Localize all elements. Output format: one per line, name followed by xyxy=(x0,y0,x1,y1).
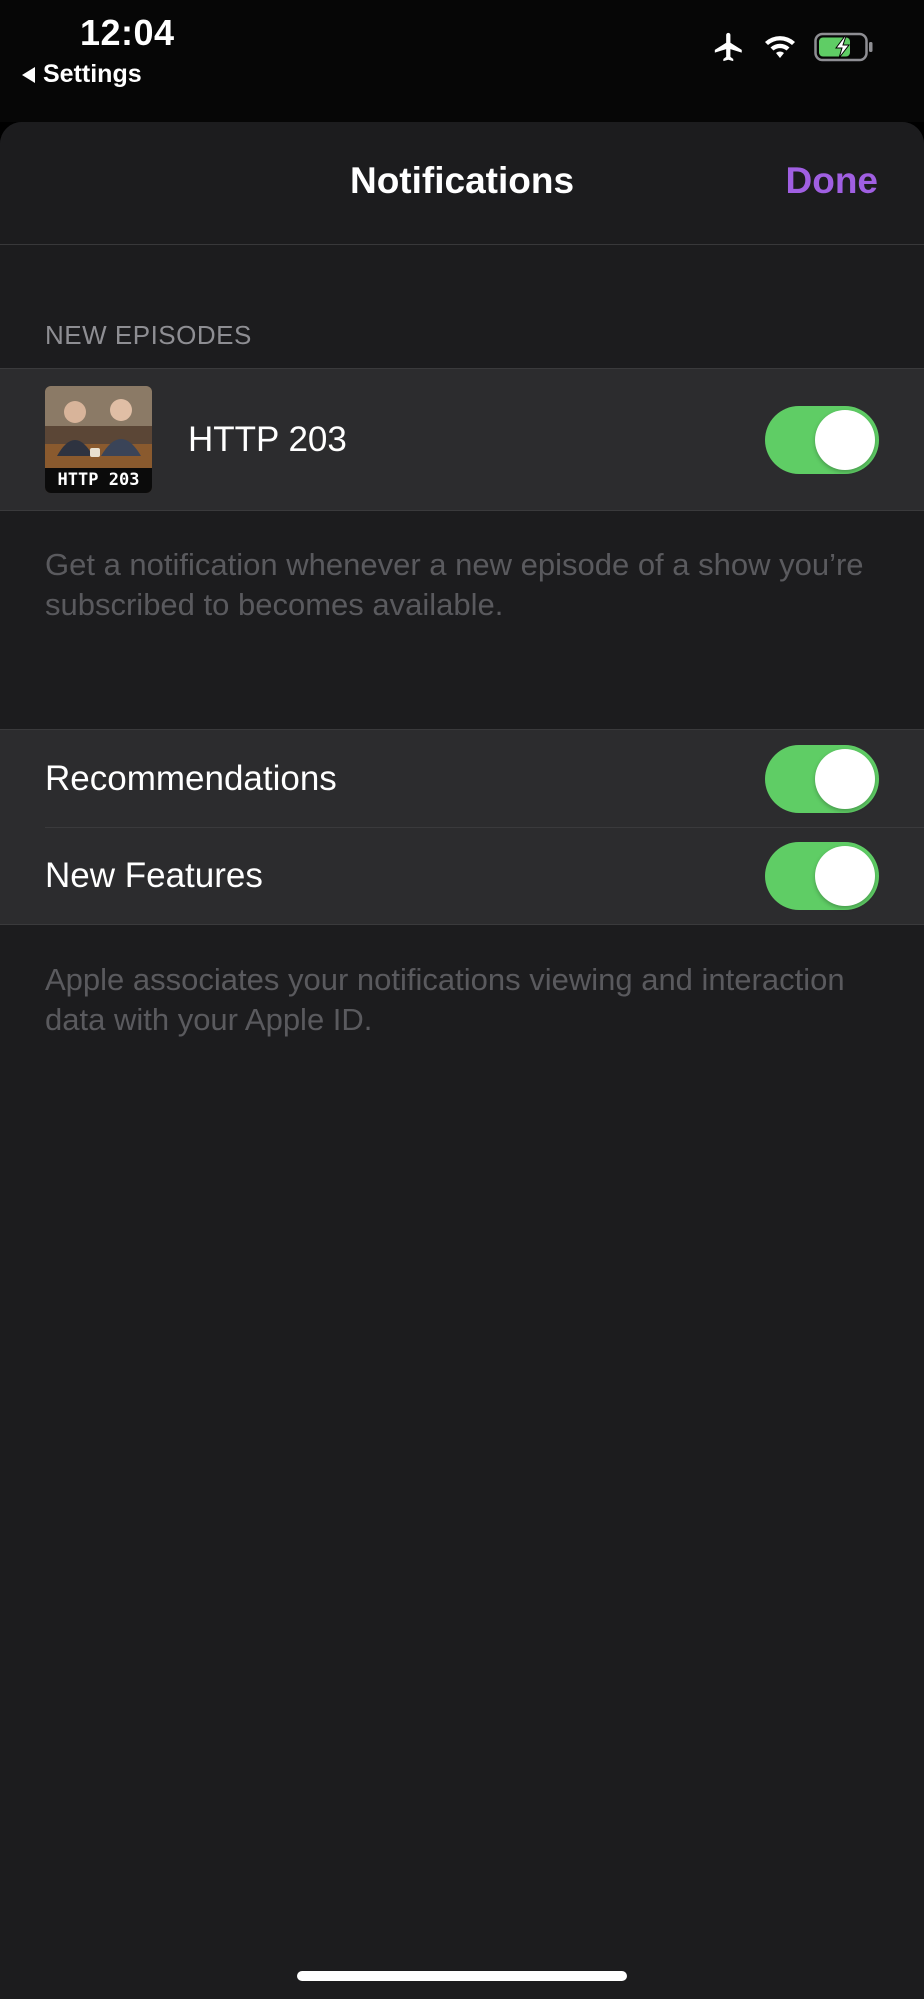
navigation-bar: Notifications Done xyxy=(0,122,924,245)
status-bar: 12:04 Settings xyxy=(0,0,924,122)
other-notifications-group: Recommendations New Features xyxy=(0,729,924,925)
new-episodes-group: HTTP 203 HTTP 203 xyxy=(0,368,924,511)
recommendations-label: Recommendations xyxy=(45,758,337,798)
home-indicator[interactable] xyxy=(297,1971,627,1981)
new-features-label: New Features xyxy=(45,855,263,895)
podcast-artwork: HTTP 203 xyxy=(45,386,152,493)
back-to-settings-link[interactable]: Settings xyxy=(22,60,142,89)
toggle-knob xyxy=(815,845,875,906)
airplane-icon xyxy=(712,30,746,69)
podcast-artwork-caption: HTTP 203 xyxy=(45,468,152,493)
show-title: HTTP 203 xyxy=(188,419,347,459)
back-link-label: Settings xyxy=(43,60,142,88)
status-icons xyxy=(712,30,874,69)
battery-charging-icon xyxy=(814,32,874,67)
status-time: 12:04 xyxy=(80,12,175,53)
privacy-footer: Apple associates your notifications view… xyxy=(45,962,845,1037)
show-notifications-toggle[interactable] xyxy=(765,405,879,474)
toggle-knob xyxy=(815,748,875,809)
toggle-knob xyxy=(815,409,875,470)
section-header-new-episodes: NEW EPISODES xyxy=(45,320,252,350)
back-arrow-icon xyxy=(22,66,35,83)
done-button[interactable]: Done xyxy=(786,160,879,202)
wifi-icon xyxy=(762,32,798,67)
show-row-http-203: HTTP 203 HTTP 203 xyxy=(0,369,924,510)
row-new-features: New Features xyxy=(0,827,924,924)
new-episodes-footer: Get a notification whenever a new episod… xyxy=(45,547,864,622)
row-recommendations: Recommendations xyxy=(0,730,924,827)
notifications-sheet: Notifications Done NEW EPISODES HTTP 203… xyxy=(0,122,924,1999)
recommendations-toggle[interactable] xyxy=(765,744,879,813)
new-features-toggle[interactable] xyxy=(765,841,879,910)
